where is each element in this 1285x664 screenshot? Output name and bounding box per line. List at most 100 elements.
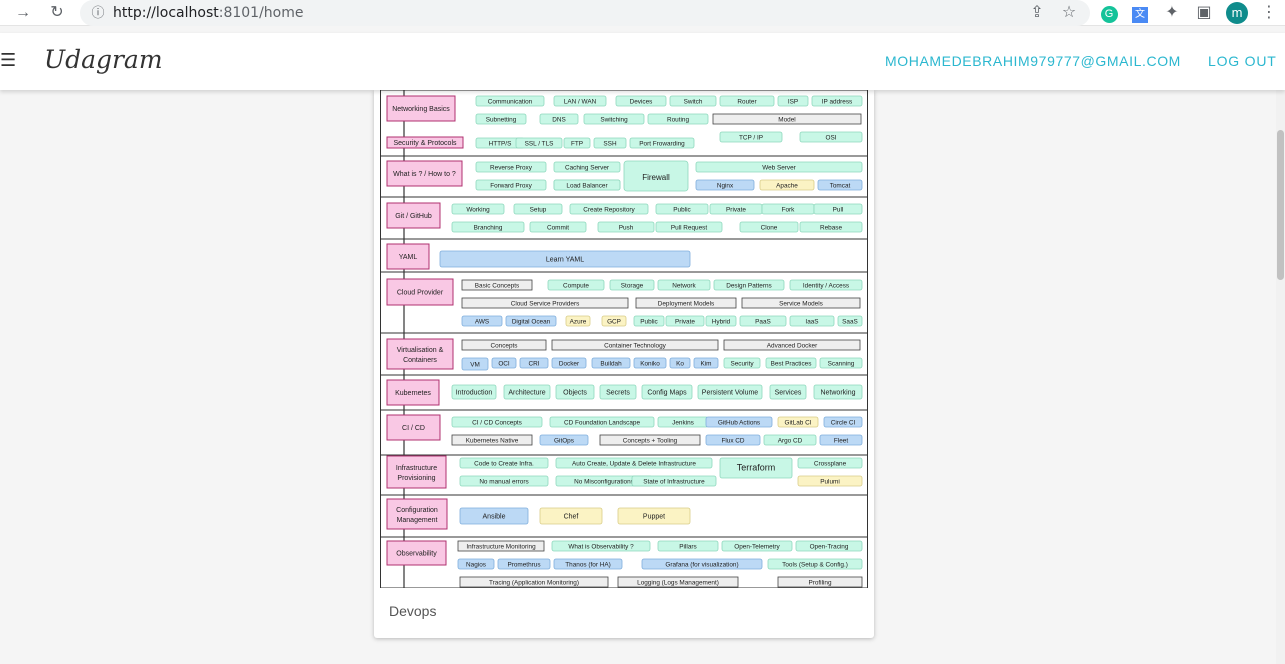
chip-state-of-infrastructure-101-label: State of Infrastructure <box>643 478 705 485</box>
chip-puppet-105-label: Puppet <box>643 513 665 520</box>
chip-public-55-label: Public <box>640 318 658 325</box>
chip-caching-server-20-label: Caching Server <box>565 164 610 171</box>
user-email-link[interactable]: MOHAMEDEBRAHIM979777@GMAIL.COM <box>885 53 1181 69</box>
chip-tools-setup-config-115-label: Tools (Setup & Config.) <box>782 561 848 568</box>
forward-icon[interactable]: → <box>14 0 32 26</box>
chip-nagios-111-label: Nagios <box>466 561 486 568</box>
chip-scanning-74-label: Scanning <box>828 360 855 367</box>
info-icon[interactable]: ⓘ <box>90 0 106 26</box>
chip-subnetting-7-label: Subnetting <box>486 116 517 123</box>
section-title-infrastructure-provisioning: Infrastructure <box>396 465 437 472</box>
chip-setup-29-label: Setup <box>530 206 547 213</box>
chip-port-frowarding-18-label: Port Frowarding <box>639 140 685 147</box>
chip-github-actions-86-label: GitHub Actions <box>718 419 760 426</box>
chip-ftp-16-label: FTP <box>571 140 583 147</box>
chip-reverse-proxy-19-label: Reverse Proxy <box>490 164 533 171</box>
app-brand[interactable]: Udagram <box>44 45 163 74</box>
chip-ansible-103-label: Ansible <box>483 513 506 520</box>
chip-networking-82-label: Networking <box>820 389 855 396</box>
chip-ip-address-6-label: IP address <box>822 98 852 105</box>
section-title-networking-basics: Networking Basics <box>392 106 450 113</box>
section-title-observability: Observability <box>396 551 437 558</box>
menu-dots-icon[interactable]: ⋮ <box>1260 0 1278 26</box>
url-text[interactable]: http://localhost:8101/home <box>113 0 304 26</box>
chip-paas-58-label: PaaS <box>755 318 771 325</box>
chip-logging-logs-management-117-label: Logging (Logs Management) <box>637 579 719 586</box>
translate-icon[interactable]: 文 <box>1131 0 1149 26</box>
chip-security-72-label: Security <box>730 360 754 367</box>
section-title-ci-cd: CI / CD <box>402 425 425 432</box>
chip-grafana-for-visualization-114-label: Grafana (for visualization) <box>665 561 738 568</box>
page-scrollbar[interactable] <box>1276 90 1285 664</box>
grammarly-icon[interactable]: G <box>1100 0 1118 26</box>
sidepanel-icon[interactable]: ▣ <box>1195 0 1213 26</box>
section-box-virtualisation-containers <box>386 338 454 370</box>
chip-services-81-label: Services <box>775 389 802 396</box>
chip-router-4-label: Router <box>737 98 757 105</box>
chip-nginx-25-label: Nginx <box>717 182 734 189</box>
chip-container-technology-62-label: Container Technology <box>604 342 667 349</box>
chip-push-37-label: Push <box>619 224 634 231</box>
hamburger-icon[interactable]: ☰ <box>0 50 16 71</box>
roadmap-image: Networking Basics Security & Protocols Wha… <box>380 90 868 588</box>
chip-pull-34-label: Pull <box>833 206 844 213</box>
chip-lan-wan-1-label: LAN / WAN <box>564 98 597 105</box>
chip-ci-cd-concepts-83-label: CI / CD Concepts <box>472 419 522 426</box>
chip-dns-8-label: DNS <box>552 116 566 123</box>
chip-config-maps-79-label: Config Maps <box>647 389 687 396</box>
chip-digital-ocean-52-label: Digital Ocean <box>512 318 551 325</box>
chip-oci-65-label: OCI <box>498 360 510 367</box>
chip-vm-64-label: VM <box>470 361 480 368</box>
chip-load-balancer-24-label: Load Balancer <box>566 182 608 189</box>
section-title-configuration-management: Configuration <box>396 507 438 514</box>
chip-introduction-75-label: Introduction <box>456 389 493 396</box>
chip-argo-cd-93-label: Argo CD <box>778 437 803 444</box>
chip-ko-70-label: Ko <box>676 360 684 367</box>
chip-best-practices-73-label: Best Practices <box>771 360 812 367</box>
chip-crossplane-98-label: Crossplane <box>814 460 847 467</box>
chip-flux-cd-92-label: Flux CD <box>721 437 744 444</box>
chip-communication-0-label: Communication <box>488 98 533 105</box>
chip-docker-67-label: Docker <box>559 360 580 367</box>
chip-pillars-108-label: Pillars <box>679 543 696 550</box>
chip-branching-35-label: Branching <box>474 224 503 231</box>
reload-icon[interactable]: ↻ <box>48 0 66 26</box>
section-title-security-protocols: Security & Protocols <box>393 140 457 147</box>
scrollbar-thumb[interactable] <box>1277 130 1284 280</box>
section-title-kubernetes: Kubernetes <box>395 390 431 397</box>
chip-koniko-69-label: Koniko <box>640 360 660 367</box>
browser-toolbar: → ↻ ⓘ http://localhost:8101/home ⇪ ☆ G 文… <box>0 0 1285 26</box>
chip-switch-3-label: Switch <box>684 98 703 105</box>
chip-forward-proxy-23-label: Forward Proxy <box>490 182 532 189</box>
chip-private-56-label: Private <box>675 318 695 325</box>
chip-concepts-61-label: Concepts <box>491 342 518 349</box>
chip-iaas-59-label: IaaS <box>805 318 818 325</box>
chip-gcp-54-label: GCP <box>607 318 621 325</box>
chip-what-is-observability-107-label: What is Observability ? <box>568 543 634 550</box>
chip-open-telemetry-109-label: Open-Telemetry <box>734 543 780 550</box>
star-icon[interactable]: ☆ <box>1060 0 1078 26</box>
chip-kubernetes-native-89-label: Kubernetes Native <box>466 437 519 444</box>
chip-pulumi-102-label: Pulumi <box>820 478 840 485</box>
chip-design-patterns-46-label: Design Patterns <box>726 282 771 289</box>
section-title-infrastructure-provisioning-line2: Provisioning <box>397 475 435 482</box>
logout-button[interactable]: LOG OUT <box>1208 53 1277 69</box>
chip-private-32-label: Private <box>726 206 746 213</box>
chip-identity-access-47-label: Identity / Access <box>803 282 849 289</box>
chip-commit-36-label: Commit <box>547 224 569 231</box>
chip-cri-66-label: CRI <box>528 360 539 367</box>
chip-isp-5-label: ISP <box>788 98 798 105</box>
chip-storage-44-label: Storage <box>621 282 644 289</box>
chip-concepts-tooling-91-label: Concepts + Tooling <box>623 437 678 444</box>
profile-avatar[interactable]: m <box>1226 0 1248 26</box>
chip-cd-foundation-landscape-84-label: CD Foundation Landscape <box>564 419 640 426</box>
share-icon[interactable]: ⇪ <box>1028 0 1046 26</box>
chip-ssh-17-label: SSH <box>603 140 617 147</box>
chip-cloud-service-providers-48-label: Cloud Service Providers <box>511 300 580 307</box>
chip-terraform-97-label: Terraform <box>737 462 776 472</box>
chip-tomcat-27-label: Tomcat <box>830 182 851 189</box>
chip-service-models-50-label: Service Models <box>779 300 823 307</box>
chip-no-misconfigurations-100-label: No Misconfigurations <box>574 478 634 485</box>
extensions-icon[interactable]: ✦ <box>1163 0 1181 26</box>
chip-pull-request-38-label: Pull Request <box>671 224 707 231</box>
